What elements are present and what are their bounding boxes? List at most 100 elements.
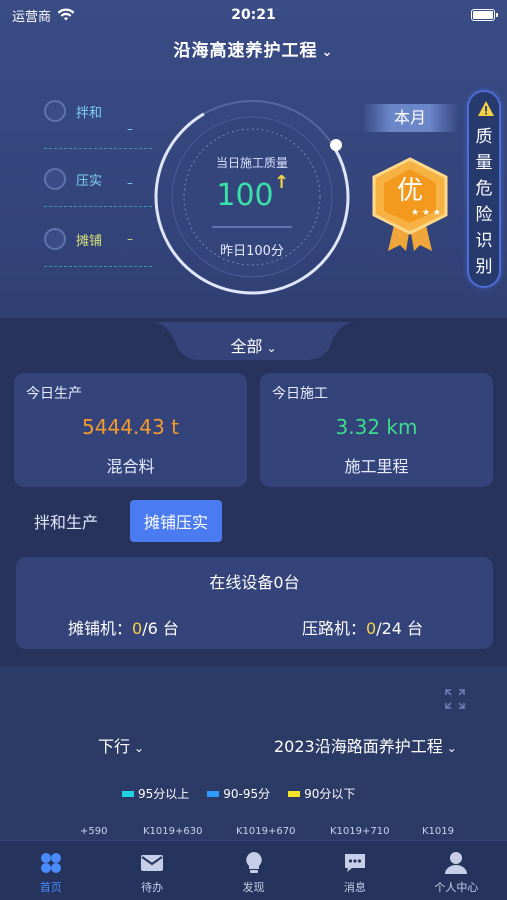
legend-label: 90-95分 [223,787,271,801]
tab-home[interactable]: 首页 [0,841,101,900]
card-subtitle: 混合料 [106,457,155,476]
project-title: 沿海高速养护工程 [173,41,318,61]
stage-paving[interactable]: 摊铺 [44,228,102,250]
legend-swatch [122,790,134,797]
stake-tick: +590 [80,826,108,837]
gauge-subtitle: 昨日100分 [220,244,284,259]
fullscreen-icon[interactable] [444,688,466,710]
risk-char: 质 [475,127,493,147]
chevron-down-icon: ⌄ [134,741,145,755]
stage-value: – [127,232,133,246]
legend-swatch [207,790,220,797]
legend-label: 95分以上 [138,787,190,801]
stake-tick: K1019+710 [330,826,390,837]
paver-online: 0 [132,619,143,638]
connector-line [44,266,152,267]
connector-line [44,206,152,207]
stage-label: 拌和 [76,105,103,121]
risk-char: 危 [475,179,493,199]
tab-mixing-production[interactable]: 拌和生产 [20,500,112,542]
legend-item: 90分以下 [288,785,355,802]
quality-legend: 95分以上 90-95分 90分以下 [122,785,355,802]
chevron-down-icon: ⌄ [321,45,334,60]
trend-up-icon: ↑ [274,172,290,193]
chat-icon [344,854,365,872]
tab-label: 消息 [343,881,366,894]
warning-icon [478,101,494,116]
map-project-dropdown[interactable]: 2023沿海路面养护工程 ⌄ [274,733,457,757]
paver-count: 摊铺机：0/6 台 [68,615,179,639]
risk-char: 量 [475,153,493,173]
risk-char: 别 [475,257,493,277]
period-tag[interactable]: 本月 [362,104,458,132]
chevron-down-icon: ⌄ [266,341,277,355]
risk-char: 险 [475,205,493,225]
card-value: 5444.43 t [82,415,179,439]
stake-tick: K1019+670 [236,826,296,837]
devices-title: 在线设备0台 [209,573,300,592]
tab-messages[interactable]: 消息 [304,841,405,900]
tab-label: 个人中心 [434,881,479,894]
card-title: 今日施工 [272,386,328,402]
stage-ring-icon [44,168,66,190]
bulb-icon [245,852,262,873]
roller-total: /24 台 [376,619,424,638]
chevron-down-icon: ⌄ [446,741,457,755]
carrier-label: 运营商 [12,9,52,25]
wifi-icon [57,8,75,21]
map-project-label: 2023沿海路面养护工程 [274,737,443,756]
roller-label: 压路机： [302,619,367,638]
roller-count: 压路机：0/24 台 [302,615,423,639]
risk-label: 质 量 危 险 识 别 [469,124,499,280]
legend-item: 95分以上 [122,785,189,802]
section-tabs: 拌和生产 摊铺压实 [20,500,223,542]
card-subtitle: 施工里程 [344,457,409,476]
stage-mixing[interactable]: 拌和 [44,100,102,122]
tab-label: 发现 [242,881,265,894]
tab-label: 首页 [39,881,62,894]
bottom-tab-bar: 首页 待办 发现 消息 个人中心 [0,840,507,900]
stage-compaction[interactable]: 压实 [44,168,102,190]
tab-todo[interactable]: 待办 [101,841,202,900]
online-devices-card: 在线设备0台 摊铺机：0/6 台 压路机：0/24 台 [16,557,493,649]
card-value: 3.32 km [335,415,418,439]
today-construction-card[interactable]: 今日施工 3.32 km 施工里程 [260,373,493,487]
stage-ring-icon [44,228,66,250]
home-grid-icon [40,853,61,873]
legend-item: 90-95分 [207,785,270,802]
stage-label: 摊铺 [76,233,103,249]
today-production-card[interactable]: 今日生产 5444.43 t 混合料 [14,373,247,487]
risk-identify-button[interactable]: 质 量 危 险 识 别 [467,90,501,288]
direction-label: 下行 [98,737,131,756]
card-title: 今日生产 [26,386,82,402]
legend-swatch [288,790,301,797]
user-icon [445,852,468,874]
tab-discover[interactable]: 发现 [203,841,304,900]
connector-line [44,148,152,149]
clock: 20:21 [231,7,276,23]
grade-label: 优 [396,176,423,206]
project-selector[interactable]: 沿海高速养护工程 ⌄ [0,36,507,61]
stage-label: 压实 [76,173,103,189]
filter-label: 全部 [230,337,263,356]
tab-label: 待办 [141,881,164,894]
tab-paving-compaction[interactable]: 摊铺压实 [130,500,223,542]
roller-online: 0 [366,619,377,638]
stage-value: – [127,176,133,190]
stake-ticks: +590 K1019+630 K1019+670 K1019+710 K1019 [0,826,507,838]
direction-dropdown[interactable]: 下行 ⌄ [98,733,144,757]
tab-profile[interactable]: 个人中心 [406,841,507,900]
carrier-info: 运营商 [12,6,75,25]
filter-dropdown[interactable]: 全部 ⌄ [150,333,357,357]
stage-ring-icon [44,100,66,122]
stage-value: – [127,122,133,136]
stake-tick: K1019 [422,826,455,837]
battery-icon [471,9,498,21]
stake-tick: K1019+630 [143,826,203,837]
risk-char: 识 [475,231,493,251]
paver-total: /6 台 [142,619,179,638]
paver-label: 摊铺机： [68,619,133,638]
svg-text:★ ★ ★: ★ ★ ★ [411,208,441,218]
legend-label: 90分以下 [304,787,356,801]
gauge-title: 当日施工质量 [215,156,288,170]
